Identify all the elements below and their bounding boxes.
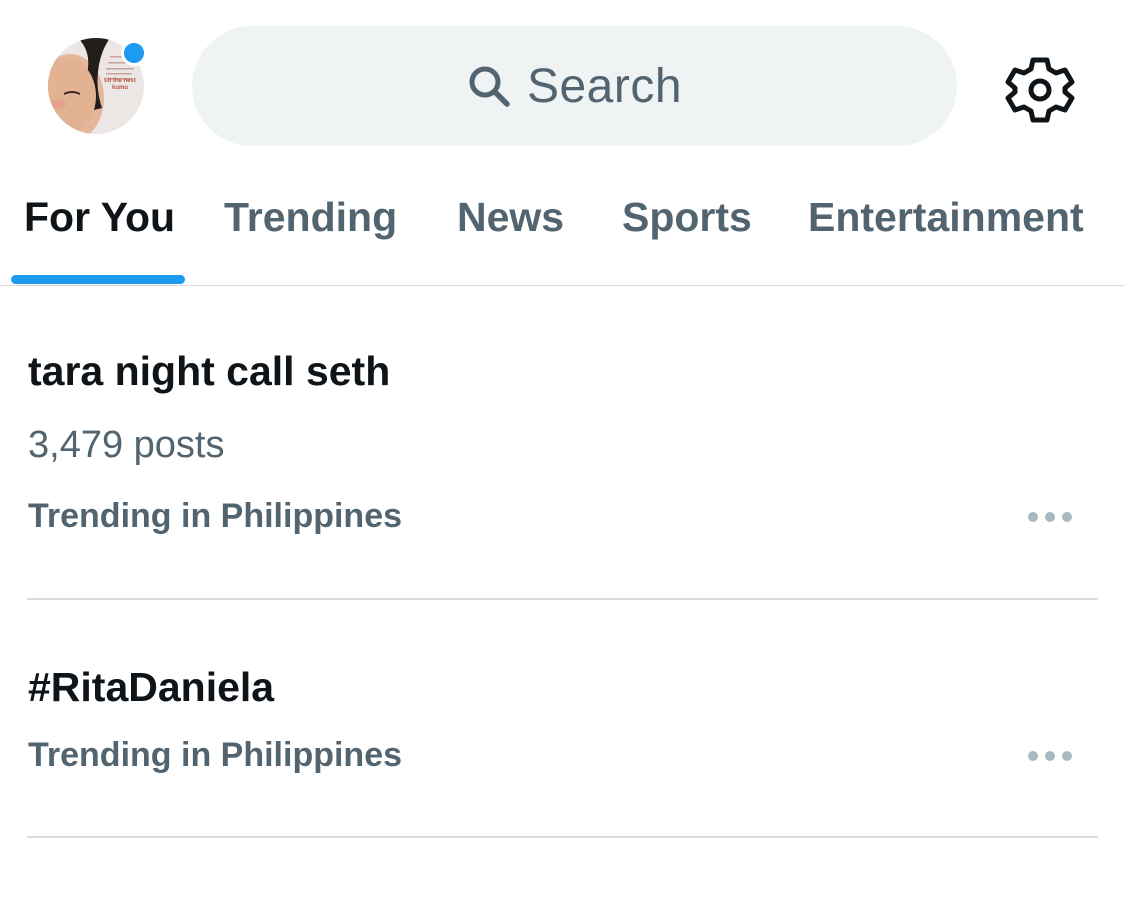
- gear-icon: [1005, 57, 1075, 123]
- profile-avatar[interactable]: till the next kumu: [48, 38, 147, 134]
- explore-screen: till the next kumu Search For You Trendi…: [0, 0, 1125, 902]
- search-bar[interactable]: Search: [192, 26, 957, 146]
- trend-item[interactable]: tara night call seth 3,479 posts Trendin…: [28, 340, 1098, 560]
- active-tab-indicator: [11, 275, 185, 284]
- trend-post-count: 3,479 posts: [28, 424, 225, 466]
- divider: [27, 598, 1098, 600]
- more-options-icon[interactable]: [1028, 750, 1072, 762]
- tab-entertainment[interactable]: Entertainment: [808, 194, 1084, 241]
- trend-title: tara night call seth: [28, 348, 391, 394]
- search-icon: [469, 66, 510, 107]
- avatar-text-2: kumu: [112, 85, 128, 91]
- tab-sports[interactable]: Sports: [622, 194, 752, 241]
- tab-bar: For You Trending News Sports Entertainme…: [0, 180, 1125, 286]
- trend-context: Trending in Philippines: [28, 736, 403, 774]
- avatar-text-1: till the next: [104, 78, 136, 84]
- tab-trending[interactable]: Trending: [224, 194, 397, 241]
- trend-context: Trending in Philippines: [28, 497, 403, 535]
- settings-button[interactable]: [1004, 54, 1076, 126]
- trend-title: #RitaDaniela: [28, 664, 275, 710]
- tab-for-you[interactable]: For You: [24, 194, 175, 241]
- trend-item[interactable]: #RitaDaniela Trending in Philippines: [28, 656, 1098, 806]
- notification-dot: [121, 40, 147, 66]
- search-placeholder: Search: [526, 59, 683, 113]
- tab-news[interactable]: News: [457, 194, 564, 241]
- more-options-icon[interactable]: [1028, 511, 1072, 523]
- divider: [27, 836, 1098, 838]
